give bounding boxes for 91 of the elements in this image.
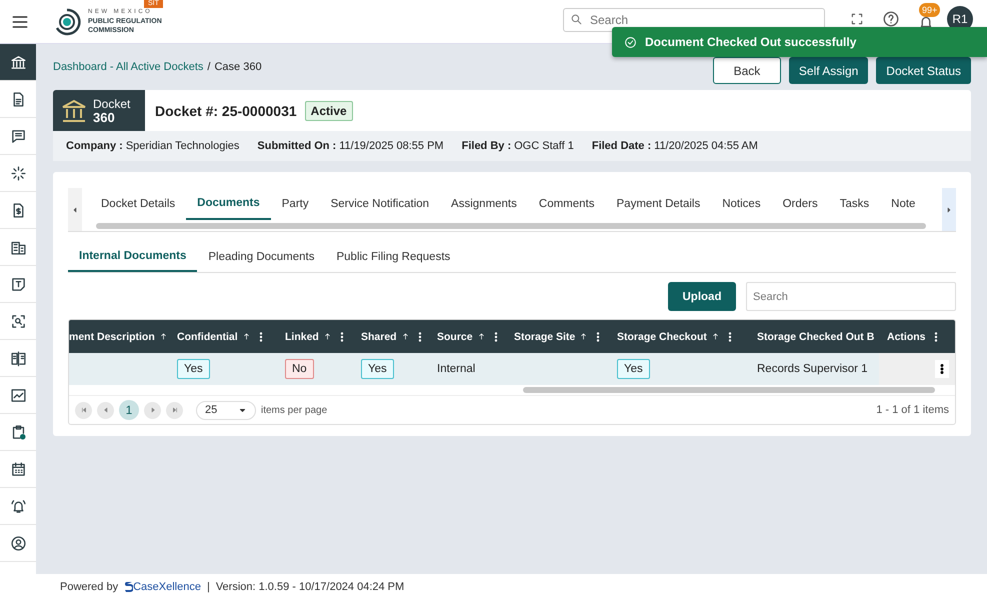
sort-arrow-icon bbox=[242, 332, 251, 341]
sort-arrow-icon bbox=[158, 332, 168, 341]
value-badge: Yes bbox=[361, 359, 394, 379]
docket-badge-label: Docket bbox=[93, 98, 130, 110]
column-header[interactable]: Storage Site bbox=[514, 330, 576, 342]
value-badge: Yes bbox=[617, 359, 650, 379]
breadcrumb-current: Case 360 bbox=[214, 61, 262, 73]
check-circle-icon bbox=[624, 36, 637, 48]
table-cell: Records Supervisor 1 bbox=[757, 363, 868, 375]
sort-arrow-icon bbox=[400, 332, 410, 341]
column-header[interactable]: Actions bbox=[887, 330, 926, 342]
status-badge: Active bbox=[304, 100, 353, 120]
spinner-icon bbox=[10, 164, 26, 182]
scan-icon bbox=[10, 312, 26, 330]
sidebar-item[interactable] bbox=[0, 44, 36, 81]
column-header[interactable]: Shared bbox=[361, 330, 397, 342]
tab[interactable]: Documents bbox=[186, 188, 271, 220]
tab[interactable]: Docket Details bbox=[90, 188, 186, 220]
breadcrumb-link[interactable]: Dashboard - All Active Dockets bbox=[53, 61, 204, 73]
value-badge: No bbox=[285, 359, 314, 379]
tab[interactable]: Service Notification bbox=[320, 188, 440, 220]
search-field[interactable]: Search bbox=[746, 282, 956, 311]
calendar-icon bbox=[10, 460, 26, 478]
caret-right-icon bbox=[148, 406, 156, 414]
brand-name: CaseXellence bbox=[133, 580, 201, 592]
scrollbar[interactable] bbox=[96, 223, 926, 229]
fullscreen-icon bbox=[850, 12, 864, 26]
pagination-summary: 1 - 1 of 1 items bbox=[876, 404, 949, 416]
info-field: Submitted On : 11/19/2025 08:55 PM bbox=[257, 140, 444, 152]
row-menu-button[interactable] bbox=[935, 360, 949, 378]
sort-arrow-icon bbox=[322, 332, 332, 341]
action-button[interactable]: Docket Status bbox=[876, 57, 971, 84]
book-icon bbox=[10, 350, 26, 366]
tab[interactable]: Assignments bbox=[440, 188, 528, 220]
tab[interactable]: Orders bbox=[772, 188, 829, 220]
version-label: Version: 1.0.59 - 10/17/2024 04:24 PM bbox=[216, 580, 404, 592]
column-header[interactable]: Linked bbox=[285, 330, 319, 342]
info-field: Filed By : OGC Staff 1 bbox=[462, 140, 574, 152]
docket-number: Docket #: 25-0000031 bbox=[155, 102, 297, 118]
chat-icon bbox=[10, 128, 26, 144]
notification-badge: 99+ bbox=[919, 2, 940, 16]
tab[interactable]: Payment Details bbox=[606, 188, 712, 220]
bank-icon bbox=[10, 54, 26, 70]
chart-icon bbox=[10, 386, 26, 404]
first-page-button[interactable] bbox=[75, 402, 92, 418]
info-field: Company : Speridian Technologies bbox=[66, 140, 240, 152]
bank-icon bbox=[61, 98, 87, 122]
tab[interactable]: Party bbox=[270, 188, 320, 220]
page-size-label: items per page bbox=[261, 404, 328, 416]
scrollbar[interactable] bbox=[523, 387, 935, 393]
column-header[interactable]: Storage Checked Out B bbox=[757, 330, 874, 342]
tab[interactable]: Comments bbox=[528, 188, 606, 220]
help-icon bbox=[882, 10, 900, 28]
caret-left-icon bbox=[71, 206, 79, 214]
page-button[interactable]: 1 bbox=[119, 400, 139, 420]
previous-page-button[interactable] bbox=[97, 402, 114, 418]
breadcrumb-separator: / bbox=[207, 61, 210, 73]
column-header[interactable]: Storage Checkout bbox=[617, 330, 707, 342]
sub-tab[interactable]: Public Filing Requests bbox=[325, 241, 462, 272]
bell-icon bbox=[10, 498, 26, 514]
table-cell: Internal bbox=[437, 363, 476, 375]
note-icon bbox=[10, 276, 26, 292]
caret-right-icon bbox=[945, 206, 953, 214]
sort-arrow-icon bbox=[710, 332, 720, 341]
upload-button[interactable]: Upload bbox=[668, 282, 736, 311]
sub-tab[interactable]: Internal Documents bbox=[68, 241, 198, 272]
tab[interactable]: Note bbox=[880, 188, 926, 220]
value-badge: Yes bbox=[177, 359, 210, 379]
last-page-icon bbox=[170, 406, 178, 414]
action-button[interactable]: Back bbox=[712, 57, 781, 84]
tab[interactable]: Notices bbox=[711, 188, 772, 220]
column-header[interactable]: ment Description bbox=[69, 330, 155, 342]
info-field: Filed Date : 11/20/2025 04:55 AM bbox=[592, 140, 758, 152]
user-icon bbox=[10, 534, 26, 552]
first-page-icon bbox=[80, 406, 88, 414]
toast-message: Document Checked Out successfully bbox=[645, 35, 856, 49]
last-page-button[interactable] bbox=[166, 402, 183, 418]
sort-arrow-icon bbox=[579, 332, 588, 341]
action-button[interactable]: Self Assign bbox=[788, 57, 868, 84]
docket-badge-number: 360 bbox=[93, 110, 116, 124]
powered-by-label: Powered by bbox=[60, 580, 118, 592]
sort-arrow-icon bbox=[476, 332, 486, 341]
tab[interactable]: Tasks bbox=[828, 188, 880, 220]
column-header[interactable]: Source bbox=[437, 330, 473, 342]
caret-left-icon bbox=[102, 406, 110, 414]
footer-separator: | bbox=[206, 580, 210, 592]
brand-logo-icon bbox=[124, 580, 134, 592]
column-header[interactable]: Confidential bbox=[177, 330, 238, 342]
next-page-button[interactable] bbox=[144, 402, 161, 418]
page-size-dropdown[interactable]: 25 bbox=[196, 400, 256, 420]
sub-tab[interactable]: Pleading Documents bbox=[197, 241, 326, 272]
